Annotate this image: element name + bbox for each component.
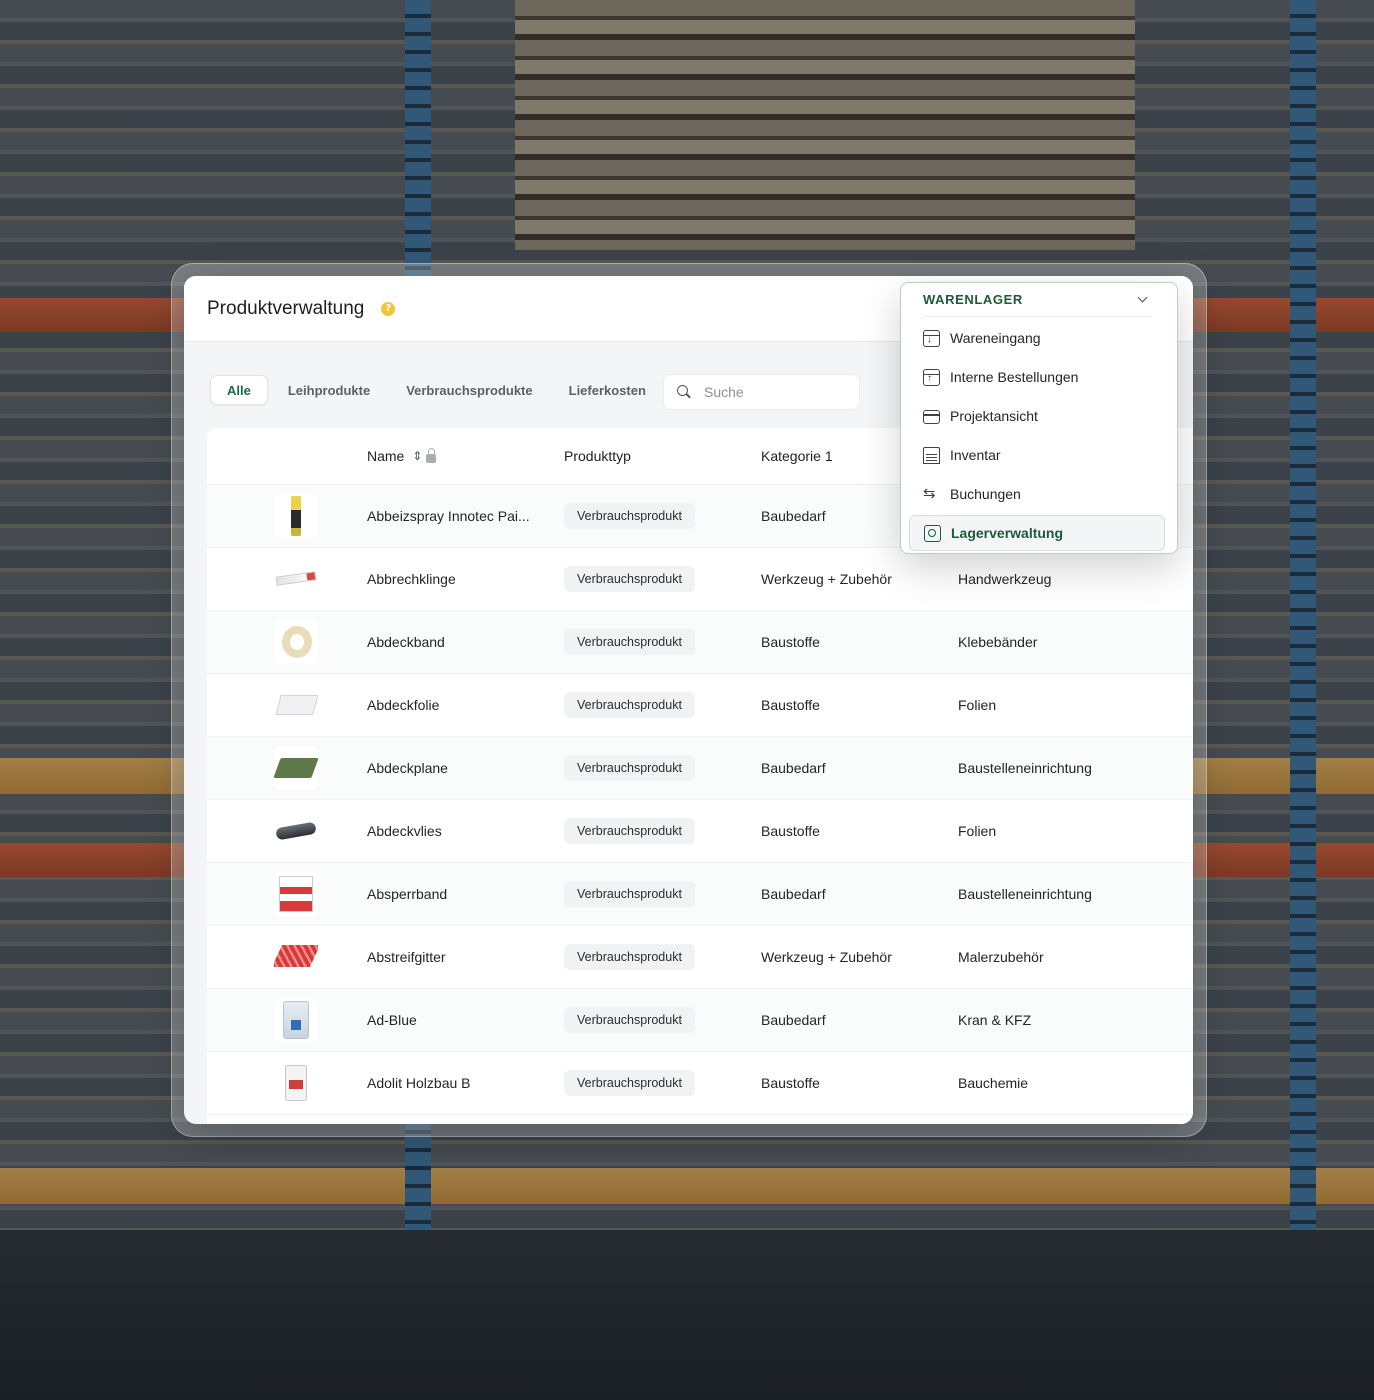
- category1-cell: Baubedarf: [761, 760, 826, 776]
- sort-icon[interactable]: ⇕: [412, 450, 422, 462]
- product-name: Abbeizspray Innotec Pai...: [367, 508, 530, 524]
- category2-cell: Folien: [958, 697, 997, 713]
- table-row[interactable]: Abdeckvlies Verbrauchsprodukt Baustoffe …: [207, 800, 1193, 863]
- table-row[interactable]: Abstreifgitter Verbrauchsprodukt Werkzeu…: [207, 926, 1193, 989]
- tab-lieferkosten[interactable]: Lieferkosten: [553, 375, 662, 405]
- menu-item-interne-bestellungen[interactable]: Interne Bestellungen: [909, 359, 1165, 395]
- search-input[interactable]: [704, 384, 854, 400]
- category2-cell: Handwerkzeug: [958, 571, 1052, 587]
- category1-cell: Baustoffe: [761, 697, 820, 713]
- product-thumbnail: [273, 1061, 318, 1105]
- warehouse-icon: [924, 524, 941, 542]
- menu-item-label: Interne Bestellungen: [950, 369, 1079, 385]
- type-badge: Verbrauchsprodukt: [564, 944, 695, 970]
- product-name: Absperrband: [367, 886, 448, 902]
- table-row[interactable]: Abbrechklinge Verbrauchsprodukt Werkzeug…: [207, 548, 1193, 611]
- category2-cell: Klebebänder: [958, 634, 1038, 650]
- tab-leihprodukte[interactable]: Leihprodukte: [272, 375, 386, 405]
- category2-cell: Kran & KFZ: [958, 1012, 1032, 1028]
- menu-item-projektansicht[interactable]: Projektansicht: [909, 398, 1165, 434]
- category1-cell: Baubedarf: [761, 1012, 826, 1028]
- category1-cell: Baustoffe: [761, 823, 820, 839]
- table-row[interactable]: Abdeckplane Verbrauchsprodukt Baubedarf …: [207, 737, 1193, 800]
- type-badge: Verbrauchsprodukt: [564, 503, 695, 529]
- product-name: Abdeckplane: [367, 760, 448, 776]
- category1-cell: Baustoffe: [761, 1075, 820, 1091]
- table-row[interactable]: Adolit Holzbau B Verbrauchsprodukt Baust…: [207, 1052, 1193, 1115]
- column-header-name[interactable]: Name ⇕: [367, 448, 564, 464]
- product-name: Abbrechklinge: [367, 571, 456, 587]
- lock-icon[interactable]: [426, 448, 437, 463]
- search-icon: [676, 384, 692, 400]
- inventory-icon: [923, 446, 940, 464]
- table-row[interactable]: Ad-Blue Verbrauchsprodukt Baubedarf Kran…: [207, 989, 1193, 1052]
- menu-item-inventar[interactable]: Inventar: [909, 437, 1165, 473]
- help-icon[interactable]: ?: [381, 301, 396, 316]
- dropdown-header[interactable]: WARENLAGER: [923, 283, 1150, 317]
- table-row[interactable]: Abdeckband Verbrauchsprodukt Baustoffe K…: [207, 611, 1193, 674]
- product-name: Ad-Blue: [367, 1012, 417, 1028]
- page-title: Produktverwaltung: [207, 297, 365, 319]
- menu-item-lagerverwaltung[interactable]: Lagerverwaltung: [909, 515, 1165, 551]
- product-name: Abstreifgitter: [367, 949, 446, 965]
- type-badge: Verbrauchsprodukt: [564, 629, 695, 655]
- dropdown-title: WARENLAGER: [923, 292, 1023, 307]
- category1-cell: Baubedarf: [761, 886, 826, 902]
- warehouse-dropdown: WARENLAGER Wareneingang Interne Bestellu…: [900, 282, 1178, 554]
- product-thumbnail: [273, 494, 318, 538]
- table-row[interactable]: Abdeckfolie Verbrauchsprodukt Baustoffe …: [207, 674, 1193, 737]
- category1-cell: Werkzeug + Zubehör: [761, 949, 892, 965]
- table-body: Abbeizspray Innotec Pai... Verbrauchspro…: [207, 485, 1193, 1115]
- menu-item-wareneingang[interactable]: Wareneingang: [909, 320, 1165, 356]
- menu-item-label: Buchungen: [950, 486, 1021, 502]
- type-badge: Verbrauchsprodukt: [564, 881, 695, 907]
- menu-item-label: Wareneingang: [950, 330, 1041, 346]
- menu-item-buchungen[interactable]: Buchungen: [909, 476, 1165, 512]
- search-box[interactable]: [663, 374, 860, 410]
- category1-cell: Werkzeug + Zubehör: [761, 571, 892, 587]
- product-name: Abdeckband: [367, 634, 445, 650]
- category2-cell: Folien: [958, 823, 997, 839]
- column-header-name-label: Name: [367, 448, 405, 464]
- inbox-download-icon: [923, 329, 940, 347]
- product-thumbnail: [273, 683, 318, 727]
- product-thumbnail: [273, 620, 318, 664]
- product-thumbnail: [273, 746, 318, 790]
- product-thumbnail: [273, 935, 318, 979]
- tab-bar: Alle Leihprodukte Verbrauchsprodukte Lie…: [210, 375, 666, 405]
- chevron-down-icon[interactable]: [1137, 292, 1148, 303]
- type-badge: Verbrauchsprodukt: [564, 1007, 695, 1033]
- calendar-icon: [923, 410, 940, 424]
- type-badge: Verbrauchsprodukt: [564, 755, 695, 781]
- product-name: Abdeckfolie: [367, 697, 440, 713]
- product-name: Abdeckvlies: [367, 823, 442, 839]
- product-thumbnail: [273, 557, 318, 601]
- menu-item-label: Inventar: [950, 447, 1001, 463]
- category2-cell: Bauchemie: [958, 1075, 1029, 1091]
- product-thumbnail: [273, 872, 318, 916]
- swap-arrows-icon: [923, 484, 940, 503]
- type-badge: Verbrauchsprodukt: [564, 566, 695, 592]
- inbox-upload-icon: [923, 368, 940, 386]
- type-badge: Verbrauchsprodukt: [564, 692, 695, 718]
- menu-item-label: Projektansicht: [950, 408, 1038, 424]
- product-thumbnail: [273, 809, 318, 853]
- tab-verbrauchsprodukte[interactable]: Verbrauchsprodukte: [390, 375, 548, 405]
- product-thumbnail: [273, 998, 318, 1042]
- tab-alle[interactable]: Alle: [210, 375, 268, 405]
- type-badge: Verbrauchsprodukt: [564, 818, 695, 844]
- category2-cell: Baustelleneinrichtung: [958, 760, 1092, 776]
- table-row[interactable]: Absperrband Verbrauchsprodukt Baubedarf …: [207, 863, 1193, 926]
- category2-cell: Baustelleneinrichtung: [958, 886, 1092, 902]
- category2-cell: Malerzubehör: [958, 949, 1044, 965]
- product-name: Adolit Holzbau B: [367, 1075, 471, 1091]
- menu-item-label: Lagerverwaltung: [951, 525, 1064, 541]
- category1-cell: Baustoffe: [761, 634, 820, 650]
- column-header-type[interactable]: Produkttyp: [564, 448, 761, 464]
- type-badge: Verbrauchsprodukt: [564, 1070, 695, 1096]
